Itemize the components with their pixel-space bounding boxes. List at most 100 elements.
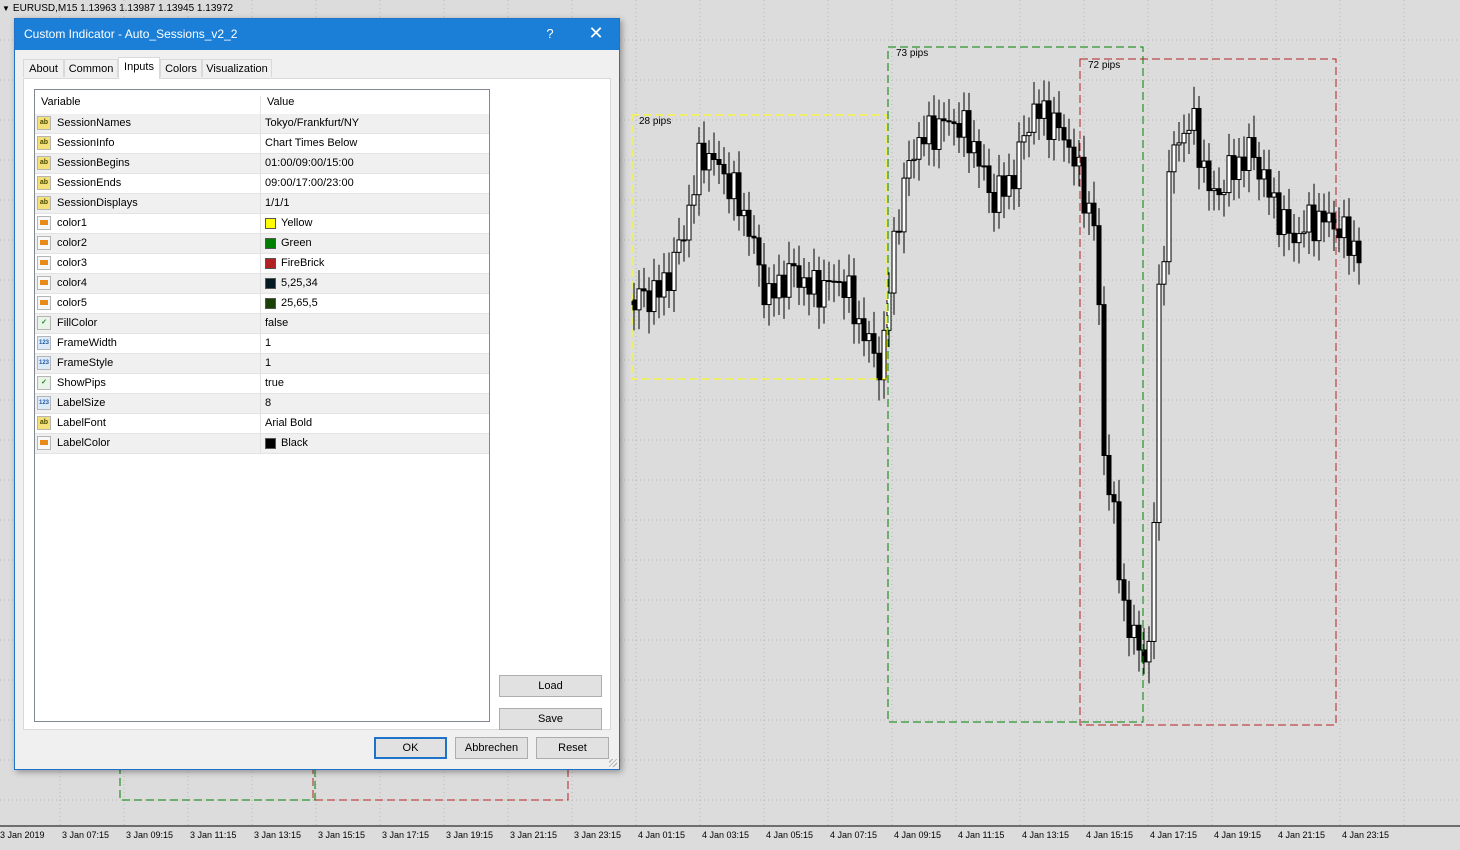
input-row-framestyle[interactable]: 123 FrameStyle 1 bbox=[35, 354, 489, 374]
time-tick-label: 3 Jan 11:15 bbox=[190, 830, 237, 840]
symbol-dropdown-icon[interactable]: ▼ bbox=[2, 4, 10, 13]
variable-name: ShowPips bbox=[57, 377, 106, 389]
variable-value[interactable]: true bbox=[265, 377, 284, 389]
dialog-titlebar[interactable]: Custom Indicator - Auto_Sessions_v2_2 ? … bbox=[15, 19, 619, 50]
color-swatch[interactable] bbox=[265, 238, 276, 249]
candle-body bbox=[1271, 192, 1277, 198]
candle-body bbox=[1256, 156, 1262, 180]
variable-value[interactable]: Yellow bbox=[281, 217, 312, 229]
number-type-icon: 123 bbox=[37, 396, 51, 410]
time-tick-label: 4 Jan 13:15 bbox=[1022, 830, 1070, 840]
variable-value[interactable]: 01:00/09:00/15:00 bbox=[265, 157, 354, 169]
input-row-labelsize[interactable]: 123 LabelSize 8 bbox=[35, 394, 489, 414]
variable-name: SessionNames bbox=[57, 117, 131, 129]
input-row-sessionends[interactable]: ab SessionEnds 09:00/17:00/23:00 bbox=[35, 174, 489, 194]
cell-separator bbox=[260, 114, 261, 133]
column-header-value[interactable]: Value bbox=[267, 96, 294, 108]
tab-about[interactable]: About bbox=[23, 59, 64, 77]
string-type-icon: ab bbox=[37, 176, 51, 190]
input-row-color2[interactable]: color2 Green bbox=[35, 234, 489, 254]
candle-body bbox=[916, 137, 922, 160]
variable-value[interactable]: FireBrick bbox=[281, 257, 324, 269]
color-swatch[interactable] bbox=[265, 218, 276, 229]
candle-body bbox=[741, 209, 747, 217]
candle-body bbox=[1121, 579, 1127, 601]
close-icon[interactable]: ✕ bbox=[587, 23, 605, 44]
cell-separator bbox=[260, 414, 261, 433]
candle-body bbox=[961, 110, 967, 138]
variable-value[interactable]: 5,25,34 bbox=[281, 277, 318, 289]
inputs-panel: Variable Value ab SessionNames Tokyo/Frank… bbox=[23, 78, 611, 730]
variable-value[interactable]: 1 bbox=[265, 357, 271, 369]
cancel-button[interactable]: Abbrechen bbox=[455, 737, 528, 759]
input-row-sessionbegins[interactable]: ab SessionBegins 01:00/09:00/15:00 bbox=[35, 154, 489, 174]
variable-value[interactable]: false bbox=[265, 317, 288, 329]
input-row-sessiondisplays[interactable]: ab SessionDisplays 1/1/1 bbox=[35, 194, 489, 214]
color-swatch[interactable] bbox=[265, 278, 276, 289]
load-button[interactable]: Load bbox=[499, 675, 602, 697]
tab-common[interactable]: Common bbox=[64, 59, 118, 77]
candle-body bbox=[1096, 225, 1102, 306]
candle-body bbox=[821, 280, 827, 308]
input-row-labelfont[interactable]: ab LabelFont Arial Bold bbox=[35, 414, 489, 434]
tab-visualization[interactable]: Visualization bbox=[202, 59, 272, 77]
input-row-framewidth[interactable]: 123 FrameWidth 1 bbox=[35, 334, 489, 354]
variable-value[interactable]: Chart Times Below bbox=[265, 137, 357, 149]
candle-body bbox=[1101, 304, 1107, 456]
reset-button[interactable]: Reset bbox=[536, 737, 609, 759]
resize-grip[interactable] bbox=[609, 759, 617, 767]
input-row-showpips[interactable]: ✓ ShowPips true bbox=[35, 374, 489, 394]
time-tick-label: 4 Jan 03:15 bbox=[702, 830, 750, 840]
time-tick-label: 4 Jan 09:15 bbox=[894, 830, 942, 840]
candle-body bbox=[1221, 192, 1227, 196]
variable-value[interactable]: 8 bbox=[265, 397, 271, 409]
cell-separator bbox=[260, 434, 261, 453]
color-type-icon bbox=[37, 436, 51, 450]
candle-body bbox=[1146, 640, 1152, 663]
candle-body bbox=[976, 141, 982, 167]
input-row-labelcolor[interactable]: LabelColor Black bbox=[35, 434, 489, 454]
input-row-color1[interactable]: color1 Yellow bbox=[35, 214, 489, 234]
candle-body bbox=[736, 172, 742, 217]
input-row-color5[interactable]: color5 25,65,5 bbox=[35, 294, 489, 314]
save-button[interactable]: Save bbox=[499, 708, 602, 730]
color-swatch[interactable] bbox=[265, 298, 276, 309]
column-header-variable[interactable]: Variable bbox=[41, 96, 81, 108]
candle-body bbox=[831, 280, 837, 283]
candle-body bbox=[1251, 137, 1257, 158]
time-tick-label: 3 Jan 21:15 bbox=[510, 830, 558, 840]
input-row-sessionnames[interactable]: ab SessionNames Tokyo/Frankfurt/NY bbox=[35, 114, 489, 134]
candle-body bbox=[631, 299, 637, 311]
input-row-color3[interactable]: color3 FireBrick bbox=[35, 254, 489, 274]
variable-value[interactable]: 09:00/17:00/23:00 bbox=[265, 177, 354, 189]
candle-body bbox=[666, 272, 672, 291]
input-row-sessioninfo[interactable]: ab SessionInfo Chart Times Below bbox=[35, 134, 489, 154]
time-tick-label: 3 Jan 17:15 bbox=[382, 830, 430, 840]
candle-body bbox=[981, 165, 987, 168]
candle-body bbox=[1316, 210, 1322, 242]
input-row-fillcolor[interactable]: ✓ FillColor false bbox=[35, 314, 489, 334]
variable-value[interactable]: Green bbox=[281, 237, 312, 249]
variable-value[interactable]: 1/1/1 bbox=[265, 197, 289, 209]
help-icon[interactable]: ? bbox=[543, 26, 557, 41]
tab-inputs[interactable]: Inputs bbox=[118, 57, 160, 79]
candle-body bbox=[1021, 135, 1027, 143]
variable-value[interactable]: 25,65,5 bbox=[281, 297, 318, 309]
tab-colors[interactable]: Colors bbox=[160, 59, 202, 77]
candle-body bbox=[1031, 103, 1037, 133]
color-swatch[interactable] bbox=[265, 438, 276, 449]
candle-body bbox=[1296, 233, 1302, 244]
time-tick-label: 4 Jan 23:15 bbox=[1342, 830, 1390, 840]
variable-value[interactable]: 1 bbox=[265, 337, 271, 349]
candle-body bbox=[1061, 127, 1067, 141]
candle-body bbox=[681, 239, 687, 242]
variable-value[interactable]: Arial Bold bbox=[265, 417, 312, 429]
candle-body bbox=[731, 172, 737, 200]
candle-body bbox=[986, 165, 992, 194]
ok-button[interactable]: OK bbox=[374, 737, 447, 759]
variable-value[interactable]: Black bbox=[281, 437, 308, 449]
candle-body bbox=[1351, 240, 1357, 256]
color-swatch[interactable] bbox=[265, 258, 276, 269]
input-row-color4[interactable]: color4 5,25,34 bbox=[35, 274, 489, 294]
variable-value[interactable]: Tokyo/Frankfurt/NY bbox=[265, 117, 359, 129]
